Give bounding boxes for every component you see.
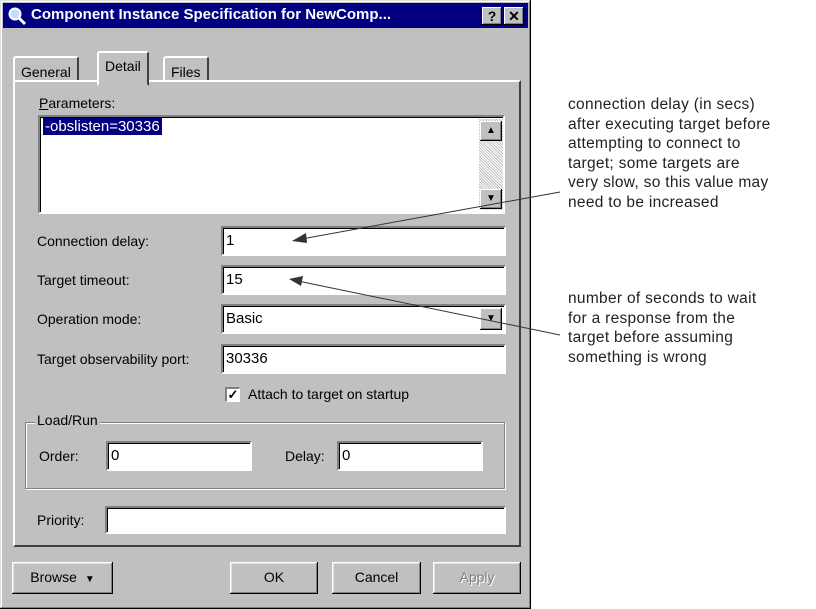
attach-checkbox[interactable]: ✓ bbox=[225, 387, 240, 402]
dropdown-arrow-icon[interactable]: ▼ bbox=[480, 308, 502, 330]
parameters-label-rest: arameters: bbox=[48, 95, 116, 111]
tab-files[interactable]: Files bbox=[163, 56, 209, 82]
annotation-line: need to be increased bbox=[568, 193, 719, 211]
ok-button[interactable]: OK bbox=[230, 562, 318, 594]
operation-mode-select[interactable]: Basic bbox=[221, 304, 506, 334]
target-timeout-label: Target timeout: bbox=[37, 272, 130, 288]
dialog-window: Component Instance Specification for New… bbox=[0, 0, 531, 609]
cancel-button[interactable]: Cancel bbox=[332, 562, 421, 594]
operation-mode-value: Basic bbox=[226, 310, 263, 327]
tab-general[interactable]: General bbox=[13, 56, 79, 82]
magnifier-icon bbox=[8, 7, 27, 26]
annotation-line: target before assuming bbox=[568, 329, 734, 346]
observability-port-input[interactable]: 30336 bbox=[221, 344, 506, 374]
parameters-label: Parameters: bbox=[39, 95, 116, 111]
annotation-line: attempting to connect to bbox=[568, 135, 741, 152]
title-bar[interactable]: Component Instance Specification for New… bbox=[3, 3, 528, 28]
annotation-line: for a response from the bbox=[568, 309, 736, 327]
help-button[interactable]: ? bbox=[482, 7, 502, 25]
order-label: Order: bbox=[39, 448, 79, 464]
delay-label: Delay: bbox=[285, 448, 325, 464]
annotation-line: after executing target before bbox=[568, 115, 771, 133]
priority-label: Priority: bbox=[37, 512, 85, 528]
target-timeout-input[interactable]: 15 bbox=[221, 265, 506, 295]
annotation-line: very slow, so this value may bbox=[568, 174, 769, 191]
order-input[interactable]: 0 bbox=[106, 441, 252, 471]
connection-delay-annotation: connection delay (in secs) after executi… bbox=[568, 95, 771, 212]
caret-down-icon: ▼ bbox=[84, 574, 95, 585]
parameters-textarea[interactable]: -obslisten=30336 bbox=[38, 115, 505, 214]
scroll-up-button[interactable]: ▲ bbox=[480, 121, 502, 141]
attach-checkbox-label: Attach to target on startup bbox=[248, 386, 410, 402]
delay-input[interactable]: 0 bbox=[337, 441, 483, 471]
connection-delay-input[interactable]: 1 bbox=[221, 226, 506, 256]
apply-button[interactable]: Apply bbox=[433, 562, 521, 594]
scroll-down-button[interactable]: ▼ bbox=[480, 189, 502, 209]
parameters-scrollbar[interactable]: ▲ ▼ bbox=[479, 119, 503, 210]
observability-port-label: Target observability port: bbox=[37, 351, 190, 367]
tab-detail[interactable]: Detail bbox=[97, 51, 149, 86]
annotation-line: something is wrong bbox=[568, 348, 707, 366]
close-button[interactable]: ✕ bbox=[504, 7, 524, 25]
annotation-line: connection delay (in secs) bbox=[568, 96, 756, 113]
connection-delay-label: Connection delay: bbox=[37, 233, 150, 249]
window-title: Component Instance Specification for New… bbox=[31, 6, 392, 23]
operation-mode-label: Operation mode: bbox=[37, 311, 142, 327]
annotation-line: number of seconds to wait bbox=[568, 290, 757, 307]
parameters-value: -obslisten=30336 bbox=[43, 118, 162, 135]
browse-button-label: Browse bbox=[30, 569, 77, 585]
load-run-title: Load/Run bbox=[35, 412, 100, 428]
browse-button[interactable]: Browse ▼ bbox=[12, 562, 113, 594]
timeout-annotation: number of seconds to wait for a response… bbox=[568, 289, 756, 367]
annotation-line: target; some targets are bbox=[568, 154, 740, 172]
priority-input[interactable] bbox=[105, 506, 506, 534]
